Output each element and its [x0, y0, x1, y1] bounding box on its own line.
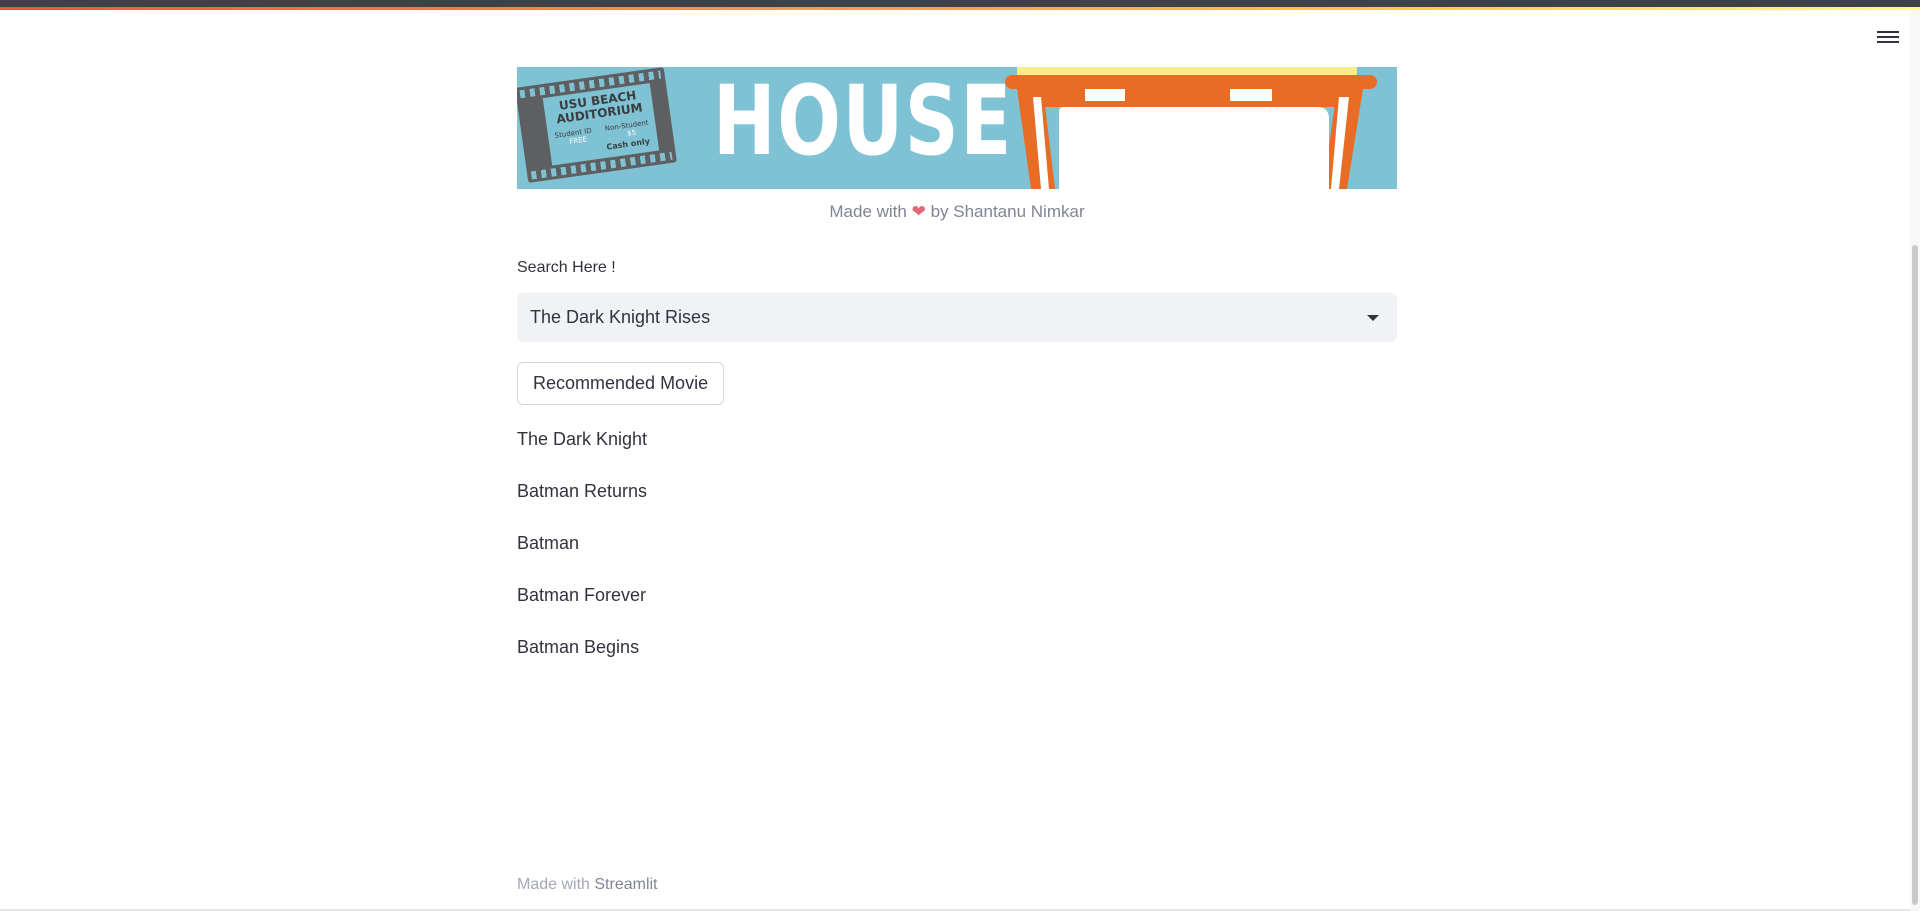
streamlit-link[interactable]: Streamlit: [594, 876, 657, 893]
main-content: USU BEACH AUDITORIUM Student ID Non-Stud…: [517, 67, 1397, 673]
recommend-button[interactable]: Recommended Movie: [517, 362, 725, 405]
author-caption: Made with ❤ by Shantanu Nimkar: [517, 201, 1397, 223]
movie-selectbox[interactable]: The Dark Knight Rises: [517, 293, 1397, 342]
footer: Made with Streamlit: [517, 876, 658, 894]
chevron-down-icon[interactable]: [1367, 315, 1379, 321]
scrollbar-thumb[interactable]: [1912, 245, 1918, 905]
recommendation-item: Batman Begins: [517, 637, 640, 657]
main-menu-icon[interactable]: [1876, 28, 1900, 50]
heart-icon: ❤: [911, 202, 926, 221]
caption-suffix: by Shantanu Nimkar: [930, 202, 1085, 221]
recommendation-item: The Dark Knight: [517, 429, 648, 449]
footer-prefix: Made with: [517, 876, 590, 893]
ticket-nonstudent-price: $5: [626, 128, 637, 138]
recommendation-item: Batman Forever: [517, 585, 647, 605]
banner-heading: HOUSE: [713, 67, 1014, 177]
search-label: Search Here !: [517, 259, 616, 276]
recommendation-item: Batman: [517, 533, 580, 553]
ticket-graphic: USU BEACH AUDITORIUM Student ID Non-Stud…: [517, 67, 677, 183]
popcorn-stand-graphic: [1005, 67, 1377, 189]
scrollbar[interactable]: [1910, 10, 1920, 911]
ticket-student-price: FREE: [568, 135, 588, 146]
selected-movie: The Dark Knight Rises: [530, 307, 711, 327]
app-header-decoration: [0, 0, 1920, 10]
recommendation-list: The Dark Knight Batman Returns Batman Ba…: [517, 413, 1397, 673]
recommendation-item: Batman Returns: [517, 481, 648, 501]
header-banner-image: USU BEACH AUDITORIUM Student ID Non-Stud…: [517, 67, 1397, 189]
caption-prefix: Made with: [829, 202, 907, 221]
